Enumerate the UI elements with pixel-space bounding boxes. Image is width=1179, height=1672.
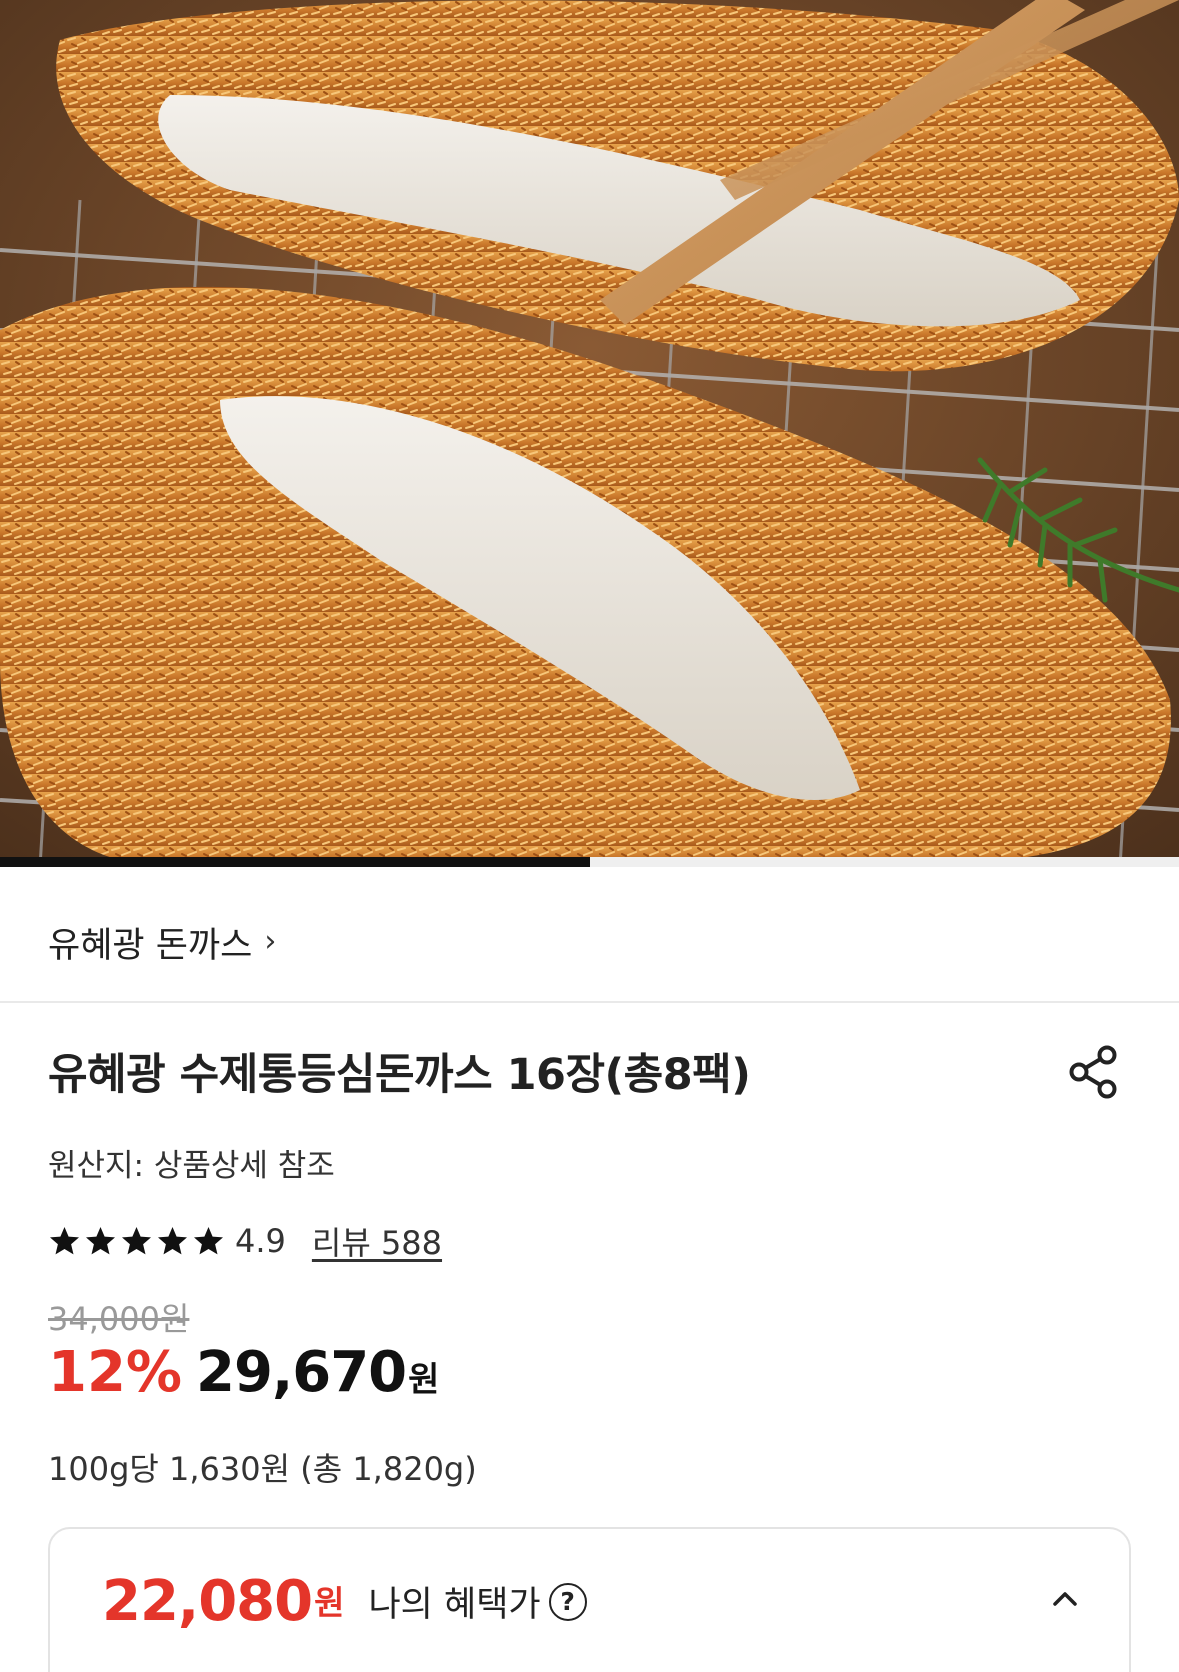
share-button[interactable] — [1064, 1042, 1124, 1102]
image-progress-fill — [0, 857, 590, 867]
product-title: 유혜광 수제통등심돈까스 16장(총8팩) — [48, 1050, 751, 1100]
chevron-right-icon: › — [264, 923, 277, 959]
price-row: 12% 29,670 원 — [48, 1340, 439, 1405]
discount-rate: 12% — [48, 1340, 183, 1405]
share-icon — [1069, 1045, 1117, 1099]
unit-price: 100g당 1,630원 (총 1,820g) — [48, 1450, 477, 1488]
origin-info: 원산지: 상품상세 참조 — [48, 1148, 335, 1184]
star-icon — [50, 1226, 79, 1254]
original-price: 34,000원 — [48, 1300, 190, 1338]
chevron-up-icon[interactable] — [1040, 1574, 1090, 1624]
benefit-row: 22,080 원 나의 혜택가 ? — [102, 1569, 587, 1634]
star-icon — [158, 1226, 187, 1254]
brand-name: 유혜광 돈까스 — [48, 925, 253, 966]
help-icon[interactable]: ? — [548, 1582, 587, 1621]
product-page: 유혜광 돈까스 › 유혜광 수제통등심돈까스 16장(총8팩) 원산지: 상품상… — [0, 0, 1179, 1672]
brand-link[interactable]: 유혜광 돈까스 › — [48, 915, 276, 969]
benefit-price: 22,080 — [102, 1569, 313, 1634]
star-rating — [48, 1225, 225, 1258]
rating-row: 4.9 리뷰 588 — [48, 1218, 442, 1264]
star-icon — [86, 1226, 115, 1254]
tonkatsu-photo-icon — [0, 0, 1179, 867]
benefit-price-currency: 원 — [314, 1583, 345, 1622]
benefit-price-panel[interactable]: 22,080 원 나의 혜택가 ? — [48, 1527, 1131, 1672]
sale-price-currency: 원 — [408, 1360, 440, 1400]
rating-value: 4.9 — [235, 1222, 286, 1260]
section-divider — [0, 1001, 1179, 1003]
review-link[interactable]: 리뷰 588 — [312, 1218, 442, 1264]
sale-price: 29,670 — [196, 1340, 407, 1405]
image-progress-track — [0, 857, 1179, 867]
star-icon — [194, 1226, 223, 1254]
benefit-label: 나의 혜택가 — [368, 1585, 541, 1625]
product-image[interactable] — [0, 0, 1179, 867]
star-icon — [122, 1226, 151, 1254]
